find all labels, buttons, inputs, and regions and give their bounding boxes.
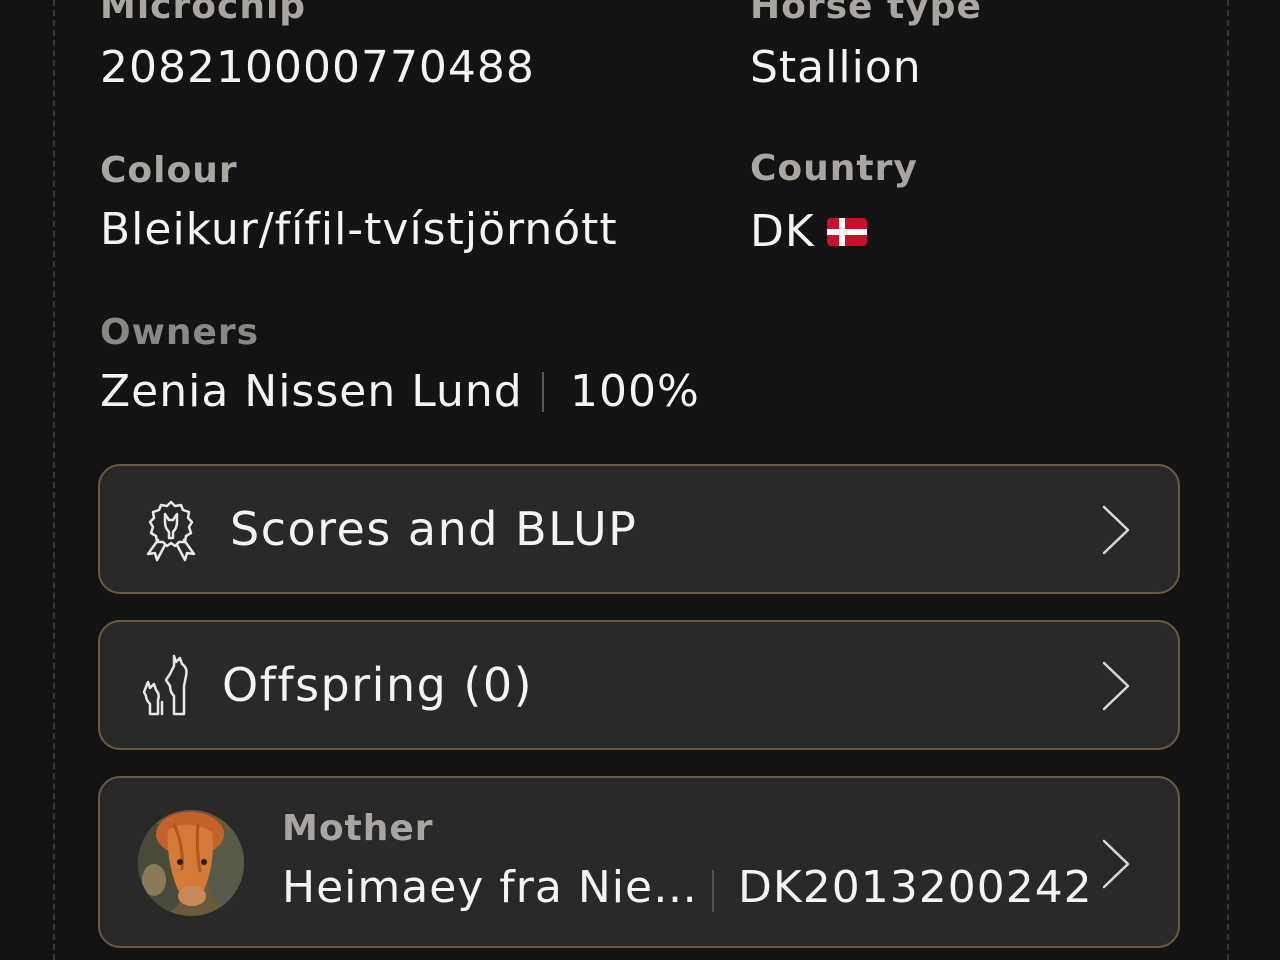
offspring-label: Offspring (0) (222, 658, 534, 712)
chevron-right-icon (1102, 839, 1130, 889)
horse-type-value: Stallion (750, 42, 922, 93)
mother-button[interactable]: Mother Heimaey fra Nie… DK2013200242 (98, 776, 1180, 948)
mother-id: DK2013200242 (738, 862, 1093, 913)
denmark-flag-icon (827, 218, 867, 246)
country-value: DK (750, 206, 815, 257)
horse-profile-page: Microchip 208210000770488 Horse type Sta… (0, 0, 1280, 960)
owner-name[interactable]: Zenia Nissen Lund (100, 366, 523, 417)
mother-label: Mother (282, 808, 434, 849)
microchip-label: Microchip (100, 0, 307, 27)
owner-share: 100% (570, 366, 700, 417)
foal-horse-icon (142, 654, 188, 716)
scores-blup-button[interactable]: Scores and BLUP (98, 464, 1180, 594)
dashed-border-left (53, 0, 55, 960)
rosette-horse-icon (146, 500, 196, 562)
colour-label: Colour (100, 150, 238, 191)
microchip-value: 208210000770488 (100, 42, 535, 93)
scores-blup-label: Scores and BLUP (230, 502, 638, 556)
chevron-right-icon (1102, 661, 1130, 711)
mother-name: Heimaey fra Nie… (282, 862, 699, 913)
horse-type-label: Horse type (750, 0, 982, 27)
colour-value: Bleikur/fífil-tvístjörnótt (100, 204, 618, 255)
mother-separator (712, 870, 714, 912)
owners-label: Owners (100, 312, 260, 353)
offspring-button[interactable]: Offspring (0) (98, 620, 1180, 750)
chevron-right-icon (1102, 505, 1130, 555)
country-label: Country (750, 148, 918, 189)
mother-avatar (138, 810, 244, 916)
dashed-border-right (1227, 0, 1229, 960)
owner-separator (542, 372, 544, 412)
